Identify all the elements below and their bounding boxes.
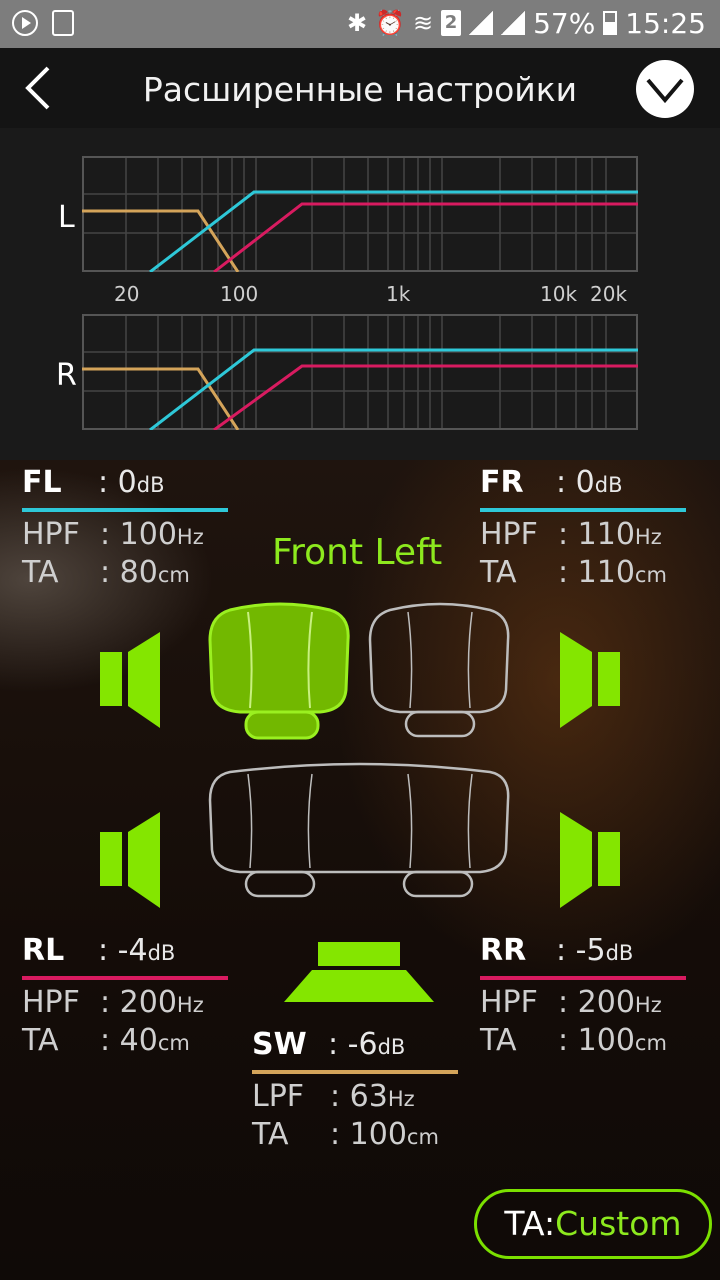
channel-name: FL — [22, 465, 62, 500]
speaker-front-right-icon[interactable] — [560, 632, 620, 728]
media-play-icon — [12, 10, 38, 36]
filter-value: : 200 — [100, 985, 177, 1020]
level-unit: dB — [605, 941, 634, 965]
channel-name: FR — [480, 465, 524, 500]
battery-icon — [603, 11, 618, 35]
car-diagram — [100, 602, 620, 908]
channel-level: : -6 — [328, 1027, 378, 1062]
channel-name: RR — [480, 933, 527, 968]
page-title: Расширенные настройки — [142, 70, 578, 109]
ta-label: TA — [480, 555, 517, 590]
ta-unit: cm — [634, 1031, 667, 1055]
crossover-graphs: L 20 100 1k 10k 20k R — [0, 128, 720, 460]
graph-left — [82, 156, 638, 272]
channel-fl[interactable]: FL : 0dB HPF : 100Hz TA : 80cm — [22, 468, 228, 588]
level-unit: dB — [377, 1035, 406, 1059]
ta-value: : 100 — [558, 1023, 635, 1058]
graph-label-left: L — [58, 200, 75, 235]
filter-label: HPF — [480, 517, 538, 552]
subwoofer-icon[interactable] — [282, 940, 436, 1006]
freq-tick-20: 20 — [114, 282, 140, 306]
channel-sw[interactable]: SW : -6dB LPF : 63Hz TA : 100cm — [252, 1030, 458, 1150]
selected-position-label: Front Left — [272, 532, 443, 573]
channel-rl[interactable]: RL : -4dB HPF : 200Hz TA : 40cm — [22, 936, 228, 1056]
channel-name: SW — [252, 1027, 307, 1062]
ta-mode-button[interactable]: TA:Custom — [474, 1189, 712, 1259]
filter-value: : 100 — [100, 517, 177, 552]
signal-2-icon — [501, 11, 526, 35]
filter-label: HPF — [22, 517, 80, 552]
bluetooth-icon: ✱ — [346, 9, 368, 37]
freq-tick-20k: 20k — [590, 282, 628, 306]
app-header: Расширенные настройки — [0, 48, 720, 128]
speaker-layout: FL: 0dB HPF: 100Hz TA: 80cm FR: 0dB HPF:… — [0, 460, 720, 1280]
curve-front-hpf — [149, 348, 638, 430]
channel-name: RL — [22, 933, 65, 968]
confirm-button[interactable] — [636, 60, 694, 118]
freq-tick-10k: 10k — [540, 282, 578, 306]
channel-level: : 0 — [556, 465, 595, 500]
level-unit: dB — [136, 473, 165, 497]
ta-unit: cm — [157, 563, 190, 587]
ta-label: TA — [252, 1117, 289, 1152]
battery-percent: 57% — [533, 6, 596, 40]
graph-right — [82, 314, 638, 430]
channel-level: : 0 — [98, 465, 137, 500]
ta-value: : 110 — [558, 555, 635, 590]
ta-label: TA — [480, 1023, 517, 1058]
ta-label: TA — [22, 555, 59, 590]
curve-rear-hpf — [213, 364, 638, 430]
freq-tick-100: 100 — [220, 282, 259, 306]
filter-value: : 110 — [558, 517, 635, 552]
chevron-down-icon — [646, 78, 684, 104]
speaker-rear-left-icon[interactable] — [100, 812, 160, 908]
curve-rear-hpf — [213, 202, 638, 272]
ta-value: : 40 — [100, 1023, 158, 1058]
signal-icon — [469, 11, 494, 35]
filter-value: : 63 — [330, 1079, 388, 1114]
ta-value: : 80 — [100, 555, 158, 590]
status-bar: ✱ ⏰ ≋ 2 57% 15:25 — [0, 0, 720, 48]
seat-rear-bench[interactable] — [208, 762, 510, 898]
ta-mode-prefix: TA: — [504, 1204, 556, 1243]
channel-fr[interactable]: FR: 0dB HPF: 110Hz TA: 110cm — [480, 468, 686, 588]
sim-indicator: 2 — [441, 10, 462, 36]
channel-level: : -5 — [556, 933, 606, 968]
channel-level: : -4 — [98, 933, 148, 968]
seat-front-right[interactable] — [368, 602, 510, 738]
level-unit: dB — [594, 473, 623, 497]
filter-unit: Hz — [176, 993, 204, 1017]
filter-label: HPF — [22, 985, 80, 1020]
filter-label: LPF — [252, 1079, 305, 1114]
level-unit: dB — [147, 941, 176, 965]
filter-unit: Hz — [634, 993, 662, 1017]
seat-front-left[interactable] — [208, 602, 350, 740]
ta-label: TA — [22, 1023, 59, 1058]
alarm-icon: ⏰ — [375, 9, 405, 37]
wifi-icon: ≋ — [412, 9, 434, 37]
speaker-front-left-icon[interactable] — [100, 632, 160, 728]
filter-value: : 200 — [558, 985, 635, 1020]
filter-unit: Hz — [634, 525, 662, 549]
recycle-icon — [52, 10, 74, 36]
ta-unit: cm — [406, 1125, 439, 1149]
ta-value: : 100 — [330, 1117, 407, 1152]
graph-label-right: R — [56, 358, 77, 393]
freq-tick-1k: 1k — [386, 282, 411, 306]
channel-rr[interactable]: RR : -5dB HPF : 200Hz TA : 100cm — [480, 936, 686, 1056]
ta-unit: cm — [634, 563, 667, 587]
speaker-rear-right-icon[interactable] — [560, 812, 620, 908]
clock: 15:25 — [625, 6, 706, 40]
filter-label: HPF — [480, 985, 538, 1020]
graph-grid — [82, 156, 638, 272]
filter-unit: Hz — [387, 1087, 415, 1111]
ta-mode-value: Custom — [555, 1204, 682, 1243]
filter-unit: Hz — [176, 525, 204, 549]
graph-grid — [82, 314, 638, 430]
ta-unit: cm — [157, 1031, 190, 1055]
